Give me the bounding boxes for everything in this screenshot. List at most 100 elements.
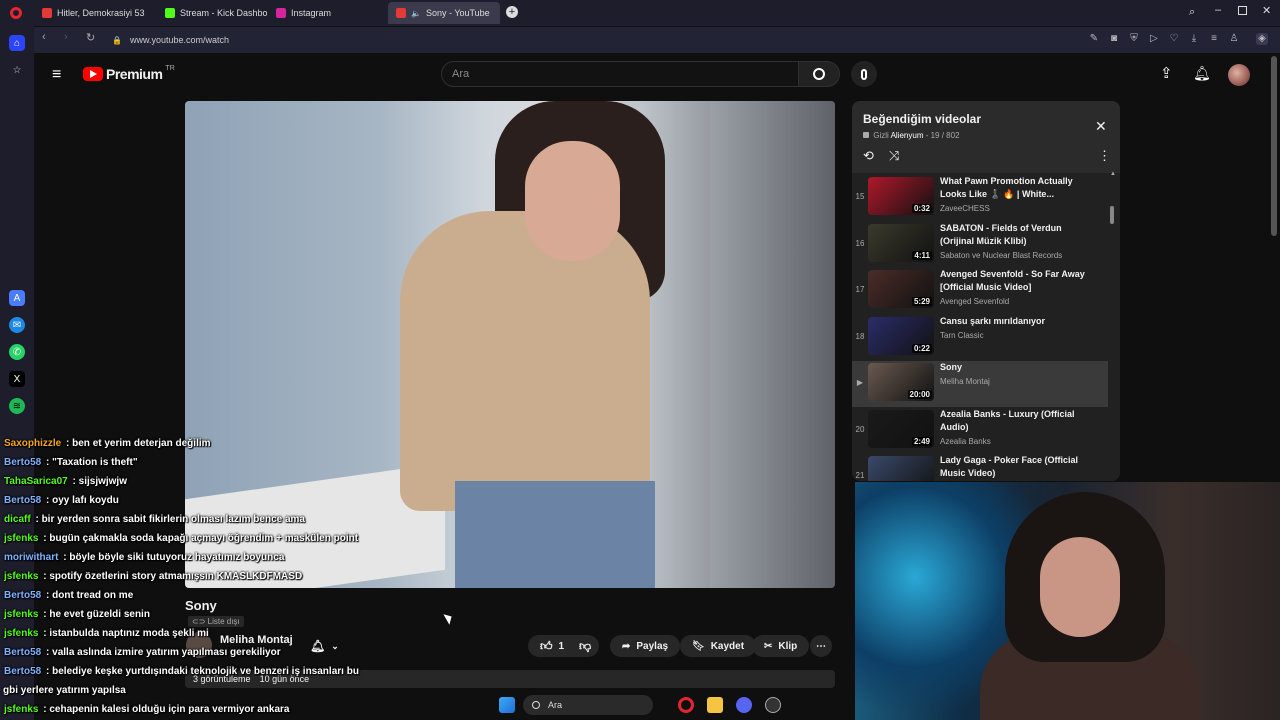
playlist-item-title[interactable]: Avenged Sevenfold - So Far Away [Officia… <box>940 268 1090 294</box>
shield-icon[interactable]: ⛨ <box>1128 33 1140 45</box>
like-button[interactable]: 👍︎ 1 <box>528 635 575 657</box>
clip-button[interactable]: ✂ Klip <box>752 635 810 657</box>
play-icon[interactable]: ▷ <box>1148 33 1160 45</box>
playlist-thumbnail[interactable]: 5:29 <box>868 270 934 308</box>
url-field[interactable]: 🔒 www.youtube.com/watch <box>112 31 992 49</box>
whatsapp-icon[interactable]: ✆ <box>9 344 25 360</box>
download-icon[interactable]: ⤓ <box>1188 33 1200 45</box>
chat-username[interactable]: Berto58 <box>4 590 41 601</box>
search-button[interactable] <box>798 61 840 87</box>
menu-icon[interactable]: ≡ <box>1208 33 1220 45</box>
playlist-owner[interactable]: Alienyum <box>891 131 924 140</box>
playlist-item[interactable]: 15 0:32 What Pawn Promotion Actually Looks… <box>852 175 1108 221</box>
tab-search-icon[interactable]: ⌕ <box>1189 6 1195 19</box>
reload-icon[interactable]: ↻ <box>86 31 95 44</box>
shuffle-icon[interactable]: ⤨ <box>889 148 899 164</box>
playlist-thumbnail[interactable]: 4:11 <box>868 223 934 262</box>
obs-icon[interactable] <box>765 697 781 713</box>
opera-logo-icon[interactable] <box>10 7 22 19</box>
playlist-item[interactable]: 20 2:49 Azealia Banks - Luxury (Official A… <box>852 408 1108 454</box>
playlist-scroll-arrow-icon[interactable]: ▲ <box>1110 171 1116 177</box>
chat-username[interactable]: Berto58 <box>4 666 41 677</box>
playlist-item[interactable]: 16 4:11 SABATON - Fields of Verdun (Orijin… <box>852 222 1108 268</box>
chat-username[interactable]: Saxophizzle <box>4 438 61 449</box>
browser-tab-active[interactable]: 🔈 Sony - YouTube <box>388 2 500 24</box>
playlist-item-title[interactable]: SABATON - Fields of Verdun (Orijinal Müz… <box>940 222 1090 248</box>
close-window-icon[interactable]: ✕ <box>1262 4 1271 17</box>
playlist-thumbnail[interactable]: 0:32 <box>868 177 934 215</box>
extension-icon[interactable]: ◈ <box>1256 33 1268 45</box>
new-tab-icon[interactable]: + <box>506 6 518 18</box>
chat-username[interactable]: Berto58 <box>4 457 41 468</box>
opera-icon[interactable] <box>678 697 694 713</box>
playlist-item-title[interactable]: What Pawn Promotion Actually Looks Like … <box>940 175 1090 201</box>
voice-search-button[interactable] <box>851 61 877 87</box>
playlist-menu-icon[interactable]: ⋮ <box>1098 148 1111 164</box>
messenger-icon[interactable]: ✉ <box>9 317 25 333</box>
playlist-thumbnail[interactable]: 0:22 <box>868 316 934 355</box>
chat-username[interactable]: dicaff <box>4 514 31 525</box>
star-icon[interactable]: ☆ <box>9 62 25 78</box>
playlist-title[interactable]: Beğendiğim videolar <box>863 112 981 126</box>
chat-username[interactable]: jsfenks <box>4 533 38 544</box>
chat-username[interactable]: Berto58 <box>4 495 41 506</box>
share-button[interactable]: ➦ Paylaş <box>610 635 681 657</box>
playlist-scrollbar[interactable] <box>1110 206 1114 224</box>
x-icon[interactable]: X <box>9 371 25 387</box>
avatar[interactable] <box>1228 64 1250 86</box>
dislike-button[interactable]: 👎︎ <box>571 635 600 657</box>
profile-icon[interactable]: ♙ <box>1228 33 1240 45</box>
playlist-item[interactable]: ▶ 20:00 Sony Meliha Montaj <box>852 361 1108 407</box>
browser-tab[interactable]: Instagram <box>268 2 385 24</box>
playlist-item-title[interactable]: Sony <box>940 361 1090 374</box>
browser-tab[interactable]: Hitler, Demokrasiyi 53 Gü <box>34 2 146 24</box>
edit-icon[interactable]: ✎ <box>1088 33 1100 45</box>
search-input[interactable]: Ara <box>441 61 799 87</box>
chat-username[interactable]: Berto58 <box>4 647 41 658</box>
notifications-icon[interactable]: 🔔︎ <box>1193 65 1211 82</box>
minimize-icon[interactable]: – <box>1215 4 1221 16</box>
upload-icon[interactable]: ⇪ <box>1160 64 1173 82</box>
chat-username[interactable]: TahaSarica07 <box>4 476 68 487</box>
playlist-item[interactable]: 213:34Lady Gaga - Poker Face (Official M… <box>852 454 1108 481</box>
playlist-item-title[interactable]: Lady Gaga - Poker Face (Official Music V… <box>940 454 1090 480</box>
file-explorer-icon[interactable] <box>707 697 723 713</box>
youtube-play-icon <box>83 67 103 81</box>
taskbar-search-icon <box>532 701 540 709</box>
taskbar-search[interactable]: Ara <box>523 695 653 715</box>
loop-icon[interactable]: ⟲ <box>863 148 874 164</box>
subscribe-bell-button[interactable]: 🔔︎ ⌄ <box>300 635 349 657</box>
playlist-item[interactable]: 18 0:22 Cansu şarkı mırıldanıyor Tarn Class… <box>852 315 1108 361</box>
forward-icon[interactable]: › <box>64 31 68 43</box>
heart-icon[interactable]: ♡ <box>1168 33 1180 45</box>
camera-icon[interactable]: ◙ <box>1108 33 1120 45</box>
back-icon[interactable]: ‹ <box>42 31 46 43</box>
playlist-thumbnail[interactable]: 20:00 <box>868 363 934 401</box>
close-playlist-icon[interactable]: ✕ <box>1095 118 1107 135</box>
chat-username[interactable]: jsfenks <box>4 609 38 620</box>
more-actions-button[interactable]: ⋯ <box>810 635 832 657</box>
page-scrollbar[interactable] <box>1271 56 1277 236</box>
chat-text: spotify özetlerini story atmamışsın KMAS… <box>49 571 303 582</box>
youtube-logo[interactable]: Premium TR <box>83 65 175 82</box>
home-icon[interactable]: ⌂ <box>9 35 25 51</box>
hamburger-menu-icon[interactable]: ≡ <box>52 66 61 84</box>
save-button[interactable]: 🔖︎ Kaydet <box>680 635 757 657</box>
chat-username[interactable]: jsfenks <box>4 571 38 582</box>
chat-username[interactable]: jsfenks <box>4 628 38 639</box>
windows-start-icon[interactable] <box>499 697 515 713</box>
channel-name[interactable]: Meliha Montaj <box>220 634 293 646</box>
playlist-thumbnail[interactable]: 2:49 <box>868 409 934 448</box>
playlist-thumbnail[interactable]: 3:34 <box>868 456 934 481</box>
browser-tab[interactable]: Stream - Kick Dashboard <box>157 2 267 24</box>
spotify-icon[interactable]: ≋ <box>9 398 25 414</box>
discord-icon[interactable] <box>736 697 752 713</box>
chat-username[interactable]: jsfenks <box>4 704 38 715</box>
maximize-icon[interactable] <box>1238 6 1247 15</box>
playlist-item-title[interactable]: Azealia Banks - Luxury (Official Audio) <box>940 408 1090 434</box>
more-icon: ⋯ <box>816 640 826 652</box>
playlist-item-title[interactable]: Cansu şarkı mırıldanıyor <box>940 315 1090 328</box>
chat-username[interactable]: moriwithart <box>4 552 58 563</box>
app-store-icon[interactable]: A <box>9 290 25 306</box>
playlist-item[interactable]: 17 5:29 Avenged Sevenfold - So Far Away [O… <box>852 268 1108 314</box>
